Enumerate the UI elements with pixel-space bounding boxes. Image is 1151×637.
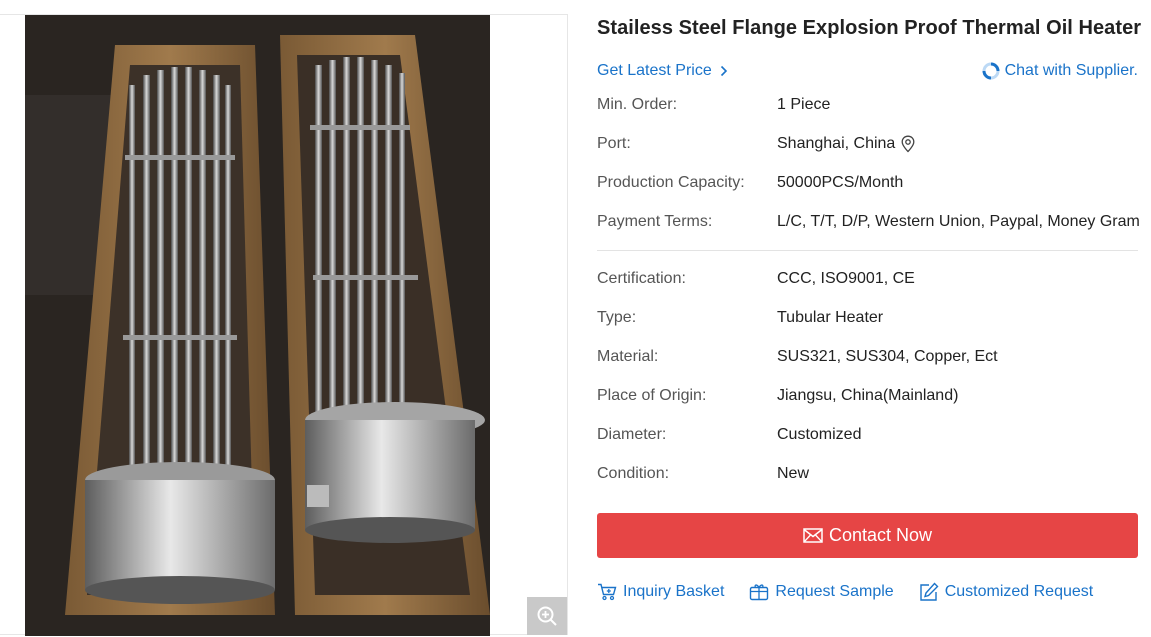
spec-row-production-capacity: Production Capacity: 50000PCS/Month (597, 173, 903, 193)
chat-loading-icon (982, 62, 1000, 80)
spec-value: CCC, ISO9001, CE (777, 270, 915, 287)
spec-key: Certification: (597, 270, 686, 287)
mail-icon (803, 528, 823, 543)
spec-key: Place of Origin: (597, 387, 707, 404)
spec-row-material: Material: SUS321, SUS304, Copper, Ect (597, 347, 998, 367)
chevron-right-icon (720, 65, 727, 77)
spec-key: Port: (597, 135, 631, 152)
spec-value: Tubular Heater (777, 309, 884, 326)
chat-with-supplier-link[interactable]: Chat with Supplier. (982, 62, 1138, 80)
spec-key: Type: (597, 309, 637, 326)
port-value: Shanghai, China (777, 135, 896, 152)
spec-value: Jiangsu, China(Mainland) (777, 387, 959, 404)
edit-icon (919, 582, 939, 601)
spec-row-diameter: Diameter: Customized (597, 425, 861, 445)
product-photo[interactable] (25, 15, 490, 636)
customized-request-link[interactable]: Customized Request (919, 582, 1094, 602)
gift-box-icon (750, 584, 769, 601)
spec-key: Material: (597, 348, 659, 365)
spec-row-min-order: Min. Order: 1 Piece (597, 95, 830, 115)
spec-key: Payment Terms: (597, 213, 713, 230)
spec-value: L/C, T/T, D/P, Western Union, Paypal, Mo… (777, 213, 1140, 230)
cart-icon (598, 583, 617, 601)
get-latest-price-link[interactable]: Get Latest Price (597, 62, 728, 80)
contact-now-button[interactable]: Contact Now (597, 513, 1138, 558)
zoom-in-icon (537, 606, 557, 626)
spec-row-place-of-origin: Place of Origin: Jiangsu, China(Mainland… (597, 386, 958, 406)
product-title: Stailess Steel Flange Explosion Proof Th… (597, 17, 1142, 39)
spec-value: 50000PCS/Month (777, 174, 904, 191)
product-image-gallery (0, 14, 568, 636)
spec-key: Condition: (597, 465, 670, 482)
spec-value: 1 Piece (777, 96, 831, 113)
request-sample-link[interactable]: Request Sample (749, 582, 894, 602)
spec-value: Customized (777, 426, 862, 443)
spec-key: Min. Order: (597, 96, 678, 113)
spec-row-port: Port: Shanghai, China (597, 134, 915, 154)
spec-row-type: Type: Tubular Heater (597, 308, 883, 328)
zoom-button[interactable] (527, 597, 567, 635)
contact-now-label: Contact Now (828, 525, 933, 545)
secondary-actions: Inquiry Basket Request Sample Customized… (597, 582, 1118, 602)
spec-row-payment-terms: Payment Terms: L/C, T/T, D/P, Western Un… (597, 212, 1140, 232)
spec-row-condition: Condition: New (597, 464, 809, 484)
request-sample-label: Request Sample (775, 583, 894, 600)
inquiry-basket-link[interactable]: Inquiry Basket (597, 582, 724, 602)
spec-key: Production Capacity: (597, 174, 745, 191)
spec-row-certification: Certification: CCC, ISO9001, CE (597, 269, 915, 289)
chat-with-supplier-label: Chat with Supplier. (1004, 62, 1138, 79)
spec-value: New (777, 465, 810, 482)
get-latest-price-label: Get Latest Price (597, 62, 712, 79)
inquiry-basket-label: Inquiry Basket (623, 583, 725, 600)
spec-key: Diameter: (597, 426, 667, 443)
spec-value: Shanghai, China (777, 135, 915, 153)
divider (597, 250, 1138, 251)
customized-request-label: Customized Request (944, 583, 1094, 600)
location-pin-icon[interactable] (901, 135, 915, 153)
heater-photo-illustration (25, 15, 490, 636)
spec-value: SUS321, SUS304, Copper, Ect (777, 348, 998, 365)
